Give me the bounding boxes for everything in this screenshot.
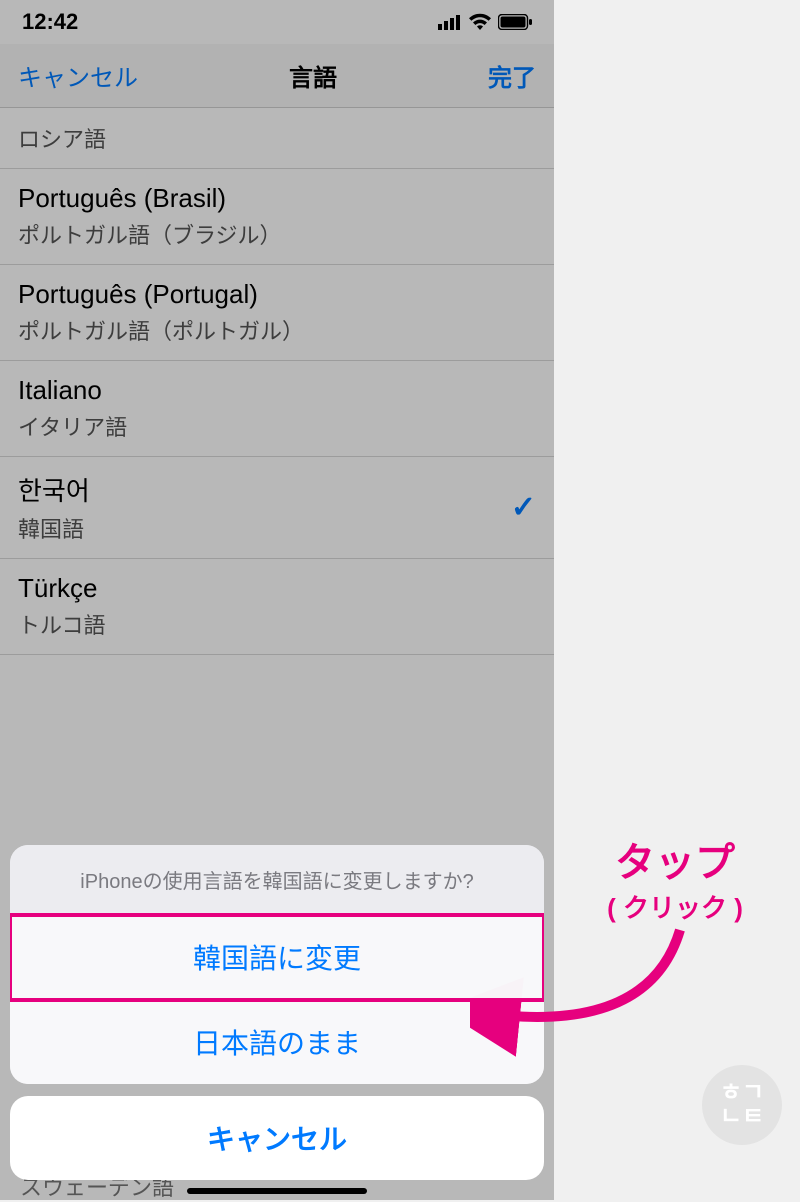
- battery-icon: [498, 14, 532, 30]
- language-row-labels: Português (Portugal) ポルトガル語（ポルトガル）: [18, 279, 304, 346]
- language-native-name: Türkçe: [18, 573, 106, 604]
- nav-cancel-button[interactable]: キャンセル: [18, 58, 138, 93]
- language-native-name: Português (Brasil): [18, 183, 282, 214]
- language-row[interactable]: Português (Portugal) ポルトガル語（ポルトガル）: [0, 265, 554, 361]
- cellular-icon: [438, 14, 462, 30]
- language-row[interactable]: Italiano イタリア語: [0, 361, 554, 457]
- annotation-text-sub: ( クリック ): [565, 888, 785, 925]
- nav-done-button[interactable]: 完了: [488, 58, 536, 93]
- language-row-labels: ロシア語: [18, 122, 106, 154]
- language-native-name: Italiano: [18, 375, 127, 406]
- action-sheet-cancel-button[interactable]: キャンセル: [10, 1096, 544, 1180]
- keep-language-button[interactable]: 日本語のまま: [10, 1000, 544, 1084]
- status-time: 12:42: [22, 9, 78, 35]
- action-sheet-group: iPhoneの使用言語を韓国語に変更しますか? 韓国語に変更 日本語のまま: [10, 845, 544, 1084]
- wifi-icon: [468, 13, 492, 31]
- language-row-labels: Italiano イタリア語: [18, 375, 127, 442]
- language-localized-name: ポルトガル語（ポルトガル）: [18, 314, 304, 346]
- language-row[interactable]: Português (Brasil) ポルトガル語（ブラジル）: [0, 169, 554, 265]
- language-native-name: Português (Portugal): [18, 279, 304, 310]
- action-sheet: iPhoneの使用言語を韓国語に変更しますか? 韓国語に変更 日本語のまま キャ…: [10, 845, 544, 1180]
- language-row-labels: Türkçe トルコ語: [18, 573, 106, 640]
- language-list[interactable]: ロシア語Português (Brasil)ポルトガル語（ブラジル）Portug…: [0, 108, 554, 655]
- status-bar: 12:42: [0, 0, 554, 44]
- nav-title: 言語: [289, 58, 337, 93]
- language-localized-name: ポルトガル語（ブラジル）: [18, 218, 282, 250]
- action-sheet-message: iPhoneの使用言語を韓国語に変更しますか?: [10, 845, 544, 915]
- change-language-button[interactable]: 韓国語に変更: [10, 915, 544, 1000]
- tutorial-annotation: タップ ( クリック ): [565, 830, 785, 925]
- language-localized-name: 韓国語: [18, 512, 90, 544]
- language-row-labels: Português (Brasil) ポルトガル語（ブラジル）: [18, 183, 282, 250]
- watermark-text: ㅎㄱ ㄴㅌ: [720, 1081, 764, 1129]
- checkmark-icon: ✓: [511, 490, 536, 525]
- nav-bar: キャンセル 言語 完了: [0, 44, 554, 108]
- language-row[interactable]: 한국어 韓国語 ✓: [0, 457, 554, 559]
- watermark-logo: ㅎㄱ ㄴㅌ: [702, 1065, 782, 1145]
- language-localized-name: ロシア語: [18, 122, 106, 154]
- annotation-text-main: タップ: [565, 830, 785, 888]
- language-native-name: 한국어: [18, 471, 90, 508]
- language-localized-name: イタリア語: [18, 410, 127, 442]
- language-row[interactable]: ロシア語: [0, 108, 554, 169]
- language-localized-name: トルコ語: [18, 608, 106, 640]
- status-indicators: [438, 13, 532, 31]
- language-row[interactable]: Türkçe トルコ語: [0, 559, 554, 655]
- language-row-labels: 한국어 韓国語: [18, 471, 90, 544]
